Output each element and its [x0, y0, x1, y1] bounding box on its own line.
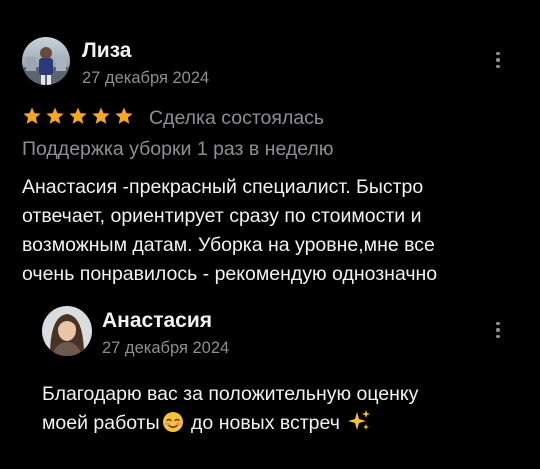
service-name: Поддержка уборки 1 раз в неделю: [22, 138, 334, 160]
dot-icon: [496, 64, 500, 69]
reply-text-line: моей работы до новых встреч: [42, 409, 522, 442]
review-text-line: отвечает, ориентирует сразу по стоимости…: [22, 205, 422, 227]
review-text: Анастасия -прекрасный специалист. Быстро…: [22, 173, 522, 289]
reply-date: 27 декабря 2024: [102, 339, 230, 357]
star-icon: [45, 106, 65, 126]
star-icon: [114, 106, 134, 126]
star-icon: [91, 106, 111, 126]
reply-text-fragment: моей работы: [42, 412, 160, 434]
review-date: 27 декабря 2024: [82, 69, 210, 87]
reply-text: Благодарю вас за положительную оценку мо…: [42, 380, 522, 442]
reply-text-fragment: до новых встреч: [185, 412, 346, 434]
review-text-line: очень понравилось - рекомендую однозначн…: [22, 263, 438, 285]
dot-icon: [496, 328, 500, 332]
smiling-face-icon: [162, 411, 184, 442]
star-icon: [22, 106, 42, 126]
star-icon: [68, 106, 88, 126]
dot-icon: [496, 51, 500, 56]
replier-avatar[interactable]: [42, 306, 92, 356]
reply-text-line: Благодарю вас за положительную оценку: [42, 383, 419, 405]
reviewer-avatar[interactable]: [22, 37, 70, 85]
sparkles-icon: [347, 409, 371, 442]
dot-icon: [496, 58, 500, 62]
rating-stars: [22, 106, 134, 126]
review-text-line: возможным датам. Уборка на уровне,мне вс…: [22, 234, 435, 256]
replier-name[interactable]: Анастасия: [102, 309, 212, 333]
review-text-line: Анастасия -прекрасный специалист. Быстро: [22, 176, 424, 198]
dot-icon: [496, 334, 500, 339]
review-more-options-button[interactable]: [491, 48, 505, 72]
reviewer-name[interactable]: Лиза: [82, 39, 132, 63]
dot-icon: [496, 321, 500, 326]
reply-more-options-button[interactable]: [491, 318, 505, 342]
review-card: Лиза 27 декабря 2024 Сделка состоялась П…: [0, 0, 540, 469]
deal-status: Сделка состоялась: [149, 107, 325, 129]
